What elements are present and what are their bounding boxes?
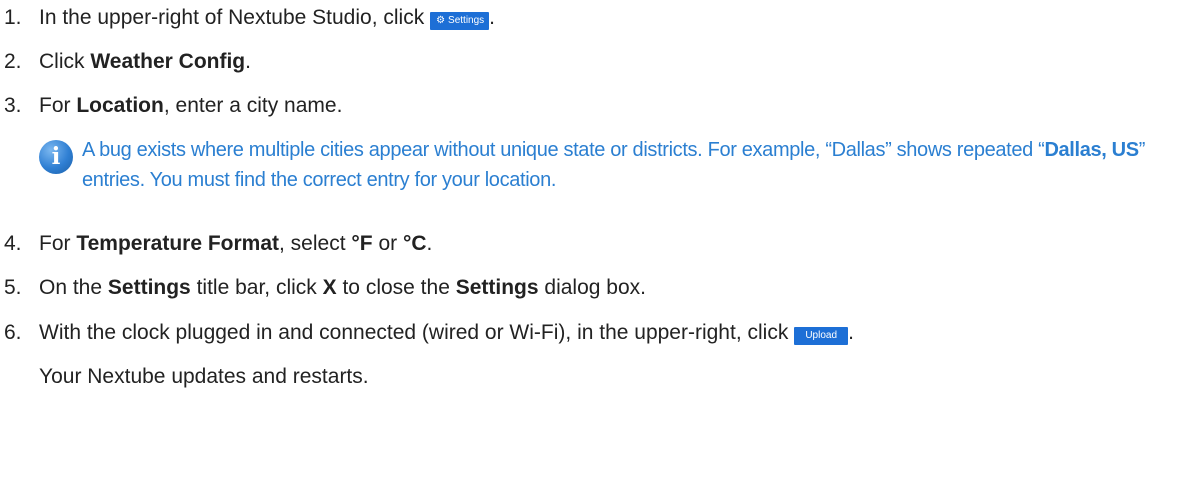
location-term: Location (76, 94, 164, 117)
step-number: 4. (4, 232, 22, 255)
upload-button[interactable]: Upload (794, 327, 849, 345)
step-5: 5. On the Settings title bar, click X to … (4, 276, 646, 299)
step-number: 2. (4, 50, 22, 73)
step-number: 5. (4, 276, 22, 299)
step-4: 4. For Temperature Format, select °F or °… (4, 232, 433, 255)
step-2: 2. Click Weather Config. (4, 50, 251, 73)
step-number: 3. (4, 94, 22, 117)
result-text: Your Nextube updates and restarts. (39, 365, 369, 388)
note-bold: Dallas, US (1044, 139, 1139, 161)
celsius-term: °C (402, 232, 427, 255)
step-text: With the clock plugged in and connected … (39, 321, 789, 344)
settings-button-label: Settings (448, 15, 485, 26)
step-6: 6. With the clock plugged in and connecte… (4, 321, 855, 345)
step-1: 1. In the upper-right of Nextube Studio, … (4, 6, 495, 30)
weather-config-term: Weather Config (90, 50, 246, 73)
settings-term: Settings (455, 276, 539, 299)
note-text: A bug exists where multiple cities appea… (82, 139, 1146, 191)
step-number: 1. (4, 6, 22, 29)
settings-term: Settings (107, 276, 191, 299)
gear-icon: ⚙ (436, 15, 446, 26)
step-number: 6. (4, 321, 22, 344)
close-x-term: X (322, 276, 337, 299)
fahrenheit-term: °F (351, 232, 373, 255)
info-icon: i (39, 140, 73, 174)
step-3: 3. For Location, enter a city name. (4, 94, 343, 117)
settings-button[interactable]: ⚙ Settings (430, 12, 490, 30)
step-text: In the upper-right of Nextube Studio, cl… (39, 6, 425, 29)
info-note: i A bug exists where multiple cities app… (38, 135, 1198, 195)
temperature-format-term: Temperature Format (76, 232, 280, 255)
